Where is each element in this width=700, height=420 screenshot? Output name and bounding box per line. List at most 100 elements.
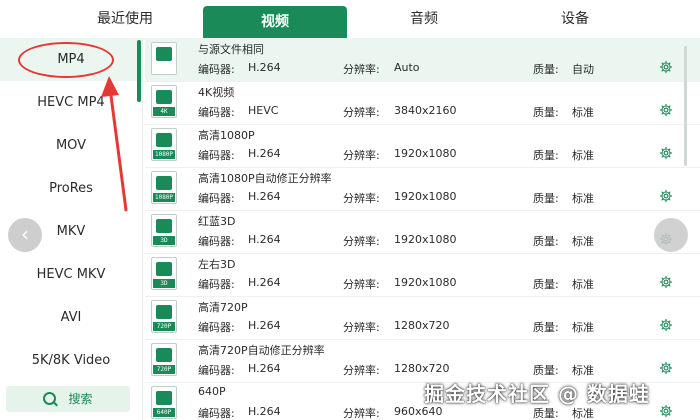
quality-value: 标准 (572, 321, 594, 334)
codec-label: 编码器: (198, 364, 235, 377)
chevron-right-icon[interactable] (654, 218, 688, 252)
preset-name: 高清1080P自动修正分辨率 (198, 172, 332, 185)
quality-value: 标准 (572, 278, 594, 291)
codec-value: H.264 (248, 233, 281, 246)
codec-value: H.264 (248, 362, 281, 375)
video-format-icon: 4K (151, 85, 177, 118)
sidebar-item-prores[interactable]: ProRes (0, 167, 142, 210)
chevron-left-icon[interactable]: ‹ (8, 218, 42, 252)
preset-row[interactable]: 720P 高清720P 编码器: H.264 分辨率: 1280x720 质量: 标准 (145, 296, 700, 340)
format-badge: 3D (153, 236, 175, 245)
sidebar-item-avi[interactable]: AVI (0, 296, 142, 339)
gear-icon[interactable] (659, 361, 673, 375)
resolution-label: 分辨率: (343, 407, 380, 420)
quality-value: 标准 (572, 106, 594, 119)
preset-row[interactable]: 3D 红蓝3D 编码器: H.264 分辨率: 1920x1080 质量: 标准 (145, 210, 700, 254)
tab-device[interactable]: 设备 (502, 0, 648, 38)
preset-name: 红蓝3D (198, 215, 236, 228)
preset-row[interactable]: 1080P 高清1080P自动修正分辨率 编码器: H.264 分辨率: 1920x108… (145, 167, 700, 211)
codec-label: 编码器: (198, 278, 235, 291)
quality-value: 标准 (572, 407, 594, 420)
video-file-icon (156, 391, 172, 405)
preset-name: 高清720P (198, 301, 248, 314)
preset-name: 4K视频 (198, 86, 235, 99)
codec-value: H.264 (248, 405, 281, 418)
sidebar-scrollbar[interactable] (137, 40, 141, 102)
codec-label: 编码器: (198, 149, 235, 162)
format-badge: 640P (153, 408, 175, 417)
sidebar-item-mp4[interactable]: MP4 (0, 38, 142, 81)
sidebar-item-mov[interactable]: MOV (0, 124, 142, 167)
quality-label: 质量: (533, 106, 559, 119)
quality-label: 质量: (533, 407, 559, 420)
resolution-value: 1920x1080 (394, 190, 457, 203)
preset-row[interactable]: 1080P 高清1080P 编码器: H.264 分辨率: 1920x1080 质量: 标准 (145, 124, 700, 168)
sidebar-item-hevc-mp4[interactable]: HEVC MP4 (0, 81, 142, 124)
preset-name: 与源文件相同 (198, 43, 264, 56)
search-button[interactable]: 搜索 (6, 386, 130, 412)
quality-label: 质量: (533, 192, 559, 205)
resolution-value: 1920x1080 (394, 147, 457, 160)
sidebar-item-hevc-mkv[interactable]: HEVC MKV (0, 253, 142, 296)
codec-label: 编码器: (198, 235, 235, 248)
resolution-value: 1280x720 (394, 319, 450, 332)
video-format-icon: 3D (151, 257, 177, 290)
quality-value: 自动 (572, 63, 594, 76)
codec-label: 编码器: (198, 192, 235, 205)
resolution-label: 分辨率: (343, 364, 380, 377)
video-file-icon (156, 348, 172, 362)
quality-value: 标准 (572, 364, 594, 377)
quality-label: 质量: (533, 235, 559, 248)
search-label: 搜索 (68, 392, 93, 406)
video-file-icon (156, 305, 172, 319)
video-format-icon: 3D (151, 214, 177, 247)
resolution-label: 分辨率: (343, 106, 380, 119)
resolution-value: 1920x1080 (394, 233, 457, 246)
gear-icon[interactable] (659, 146, 673, 160)
tab-video[interactable]: 视频 (203, 6, 347, 38)
codec-value: H.264 (248, 147, 281, 160)
quality-value: 标准 (572, 192, 594, 205)
preset-row[interactable]: 3D 左右3D 编码器: H.264 分辨率: 1920x1080 质量: 标准 (145, 253, 700, 297)
tab-recent[interactable]: 最近使用 (60, 0, 190, 38)
quality-value: 标准 (572, 149, 594, 162)
tab-audio[interactable]: 音频 (346, 0, 502, 38)
quality-value: 标准 (572, 235, 594, 248)
preset-row[interactable]: 720P 高清720P自动修正分辨率 编码器: H.264 分辨率: 1280x720 质量… (145, 339, 700, 383)
gear-icon[interactable] (659, 60, 673, 74)
gear-icon[interactable] (659, 103, 673, 117)
video-file-icon (156, 176, 172, 190)
resolution-value: 1280x720 (394, 362, 450, 375)
preset-row[interactable]: 与源文件相同 编码器: H.264 分辨率: Auto 质量: 自动 (145, 38, 700, 82)
preset-name: 左右3D (198, 258, 236, 271)
codec-label: 编码器: (198, 321, 235, 334)
codec-value: H.264 (248, 319, 281, 332)
preset-list-scrollbar[interactable] (684, 46, 687, 166)
preset-name: 640P (198, 385, 226, 398)
quality-label: 质量: (533, 63, 559, 76)
format-badge: 720P (153, 322, 175, 331)
resolution-label: 分辨率: (343, 149, 380, 162)
video-file-icon (156, 47, 172, 61)
preset-name: 高清720P自动修正分辨率 (198, 344, 325, 357)
resolution-label: 分辨率: (343, 63, 380, 76)
gear-icon[interactable] (659, 404, 673, 418)
codec-label: 编码器: (198, 106, 235, 119)
codec-value: H.264 (248, 190, 281, 203)
video-format-icon: 1080P (151, 128, 177, 161)
video-file-icon (156, 90, 172, 104)
format-tab-bar: 最近使用 视频 音频 设备 (0, 0, 700, 39)
gear-icon[interactable] (659, 189, 673, 203)
preset-row[interactable]: 4K 4K视频 编码器: HEVC 分辨率: 3840x2160 质量: 标准 (145, 81, 700, 125)
codec-value: HEVC (248, 104, 279, 117)
video-format-icon: 720P (151, 300, 177, 333)
format-badge: 1080P (153, 150, 175, 159)
resolution-label: 分辨率: (343, 278, 380, 291)
watermark: 掘金技术社区 @ 数据蛙 (424, 382, 650, 406)
quality-label: 质量: (533, 364, 559, 377)
sidebar-item-5k8k-video[interactable]: 5K/8K Video (0, 339, 142, 382)
gear-icon[interactable] (659, 318, 673, 332)
search-icon (43, 392, 57, 405)
gear-icon[interactable] (659, 275, 673, 289)
format-badge: 720P (153, 365, 175, 374)
